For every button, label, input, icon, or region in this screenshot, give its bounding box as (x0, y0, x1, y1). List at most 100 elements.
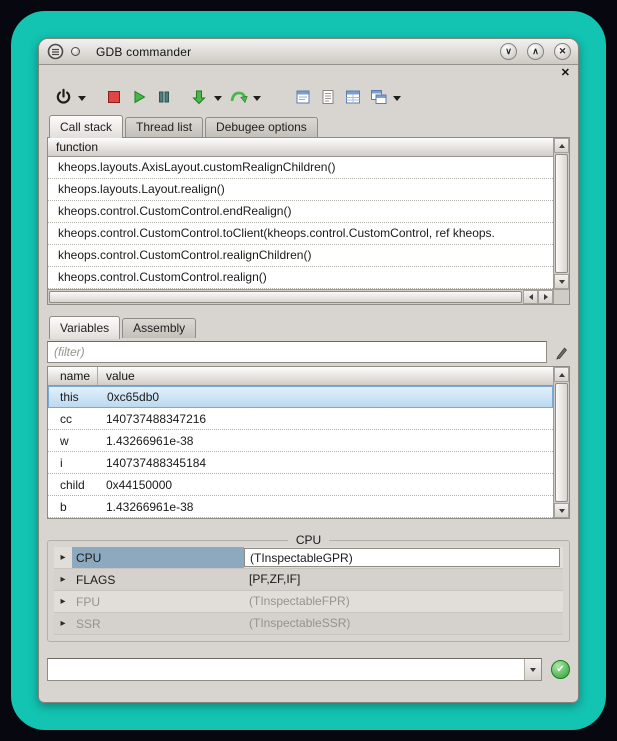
step-into-dropdown[interactable] (212, 85, 224, 111)
scroll-right-icon[interactable] (538, 290, 553, 304)
function-column-label: function (56, 140, 98, 154)
window-menu-icon[interactable] (46, 43, 64, 61)
widget-close-icon[interactable]: ✕ (561, 68, 570, 79)
pause-button[interactable] (152, 85, 176, 111)
step-over-button[interactable] (226, 85, 250, 111)
close-button[interactable]: ✕ (554, 43, 571, 60)
step-over-dropdown[interactable] (251, 85, 263, 111)
callstack-frame-row[interactable]: kheops.control.CustomControl.endRealign(… (48, 201, 553, 223)
source-view-icon (295, 89, 311, 108)
register-category-row[interactable]: ▸ FPU (TInspectableFPR) (54, 591, 563, 613)
filter-input[interactable] (47, 341, 547, 363)
variable-row[interactable]: cc 140737488347216 (48, 408, 553, 430)
scrollbar-track[interactable] (554, 382, 569, 503)
callstack-frame-row[interactable]: kheops.control.CustomControl.realign() (48, 267, 553, 289)
start-options-dropdown[interactable] (76, 85, 88, 111)
register-category-value[interactable]: (TInspectableGPR) (244, 548, 560, 567)
gdb-command-input[interactable] (48, 659, 524, 680)
memory-view-button[interactable] (341, 85, 365, 111)
variable-row[interactable]: child 0x44150000 (48, 474, 553, 496)
source-view-button[interactable] (291, 85, 315, 111)
scroll-up-icon[interactable] (554, 138, 569, 153)
register-category-value[interactable]: [PF,ZF,IF] (244, 570, 560, 589)
window-list-button[interactable] (366, 85, 390, 111)
scroll-down-icon[interactable] (554, 274, 569, 289)
register-category-row[interactable]: ▸ CPU (TInspectableGPR) (54, 547, 563, 569)
window-list-icon (370, 89, 387, 108)
register-category-row[interactable]: ▸ FLAGS [PF,ZF,IF] (54, 569, 563, 591)
scrollbar-track[interactable] (554, 153, 569, 274)
stop-button[interactable] (102, 85, 126, 111)
scrollbar-handle[interactable] (555, 383, 568, 502)
callstack-frame-row[interactable]: kheops.layouts.AxisLayout.customRealignC… (48, 157, 553, 179)
command-row: ✔ (47, 658, 570, 681)
callstack-rows: kheops.layouts.AxisLayout.customRealignC… (48, 157, 553, 289)
dropdown-icon (393, 96, 401, 101)
filter-row (47, 341, 570, 363)
gdb-command-combobox[interactable] (47, 658, 542, 681)
expander-icon[interactable]: ▸ (54, 569, 72, 591)
debug-toolbar (39, 80, 578, 114)
variable-row[interactable]: i 140737488345184 (48, 452, 553, 474)
variables-vertical-scrollbar[interactable] (553, 367, 569, 518)
tab-label: Assembly (133, 321, 185, 335)
log-view-button[interactable] (316, 85, 340, 111)
frame-function-text: kheops.control.CustomControl.endRealign(… (58, 204, 291, 218)
scrollbar-handle[interactable] (49, 291, 522, 303)
variable-row[interactable]: w 1.43266961e-38 (48, 430, 553, 452)
continue-button[interactable] (127, 85, 151, 111)
callstack-horizontal-scrollbar[interactable] (48, 289, 569, 304)
tab[interactable]: Variables (49, 316, 120, 339)
callstack-frame-row[interactable]: kheops.control.CustomControl.realignChil… (48, 245, 553, 267)
send-command-button[interactable]: ✔ (551, 660, 570, 679)
variable-value: 0x44150000 (98, 478, 172, 492)
value-column-header[interactable]: value (98, 369, 135, 383)
expander-icon[interactable]: ▸ (54, 613, 72, 635)
power-icon (55, 88, 72, 108)
tab[interactable]: Debugee options (205, 117, 318, 137)
step-into-button[interactable] (187, 85, 211, 111)
window-list-dropdown[interactable] (391, 85, 403, 111)
variable-row[interactable]: b 1.43266961e-38 (48, 496, 553, 518)
tab[interactable]: Call stack (49, 115, 123, 138)
combo-dropdown-icon[interactable] (524, 659, 541, 680)
callstack-vertical-scrollbar[interactable] (553, 138, 569, 289)
maximize-button[interactable]: ∧ (527, 43, 544, 60)
titlebar[interactable]: GDB commander ∨ ∧ ✕ (39, 39, 578, 65)
cpu-group-title: CPU (288, 533, 329, 547)
titlebar-buttons: ∨ ∧ ✕ (500, 43, 571, 60)
scroll-up-icon[interactable] (554, 367, 569, 382)
sticky-icon[interactable] (71, 47, 80, 56)
window-title: GDB commander (96, 45, 191, 59)
log-view-icon (320, 89, 336, 108)
tab[interactable]: Thread list (125, 117, 203, 137)
scroll-left-icon[interactable] (523, 290, 538, 304)
expander-icon[interactable]: ▸ (54, 547, 72, 569)
check-icon: ✔ (556, 664, 564, 675)
shade-button[interactable]: ∨ (500, 43, 517, 60)
register-category-value[interactable]: (TInspectableFPR) (244, 592, 560, 611)
variable-row[interactable]: this 0xc65db0 (48, 386, 553, 408)
variable-value: 1.43266961e-38 (98, 500, 193, 514)
memory-view-icon (345, 89, 361, 108)
desktop-background: GDB commander ∨ ∧ ✕ ✕ (0, 0, 617, 741)
variables-tabbar: Variables Assembly (39, 315, 578, 338)
register-category-value[interactable]: (TInspectableSSR) (244, 614, 560, 633)
callstack-frame-row[interactable]: kheops.layouts.Layout.realign() (48, 179, 553, 201)
variables-panel: name value this 0xc65db0 (47, 366, 570, 519)
register-category-row[interactable]: ▸ SSR (TInspectableSSR) (54, 613, 563, 635)
callstack-tabbar: Call stack Thread list Debugee options (39, 114, 578, 137)
dropdown-icon (78, 96, 86, 101)
start-debugging-button[interactable] (51, 85, 75, 111)
tab-label: Debugee options (216, 120, 307, 134)
filter-icon[interactable] (552, 343, 570, 361)
callstack-frame-row[interactable]: kheops.control.CustomControl.toClient(kh… (48, 223, 553, 245)
pause-icon (157, 90, 171, 107)
scroll-down-icon[interactable] (554, 503, 569, 518)
expander-icon[interactable]: ▸ (54, 591, 72, 613)
scrollbar-handle[interactable] (555, 154, 568, 273)
register-category-name: SSR (72, 613, 244, 634)
tab[interactable]: Assembly (122, 318, 196, 338)
callstack-column-header[interactable]: function (48, 138, 553, 157)
name-column-header[interactable]: name (48, 367, 98, 385)
